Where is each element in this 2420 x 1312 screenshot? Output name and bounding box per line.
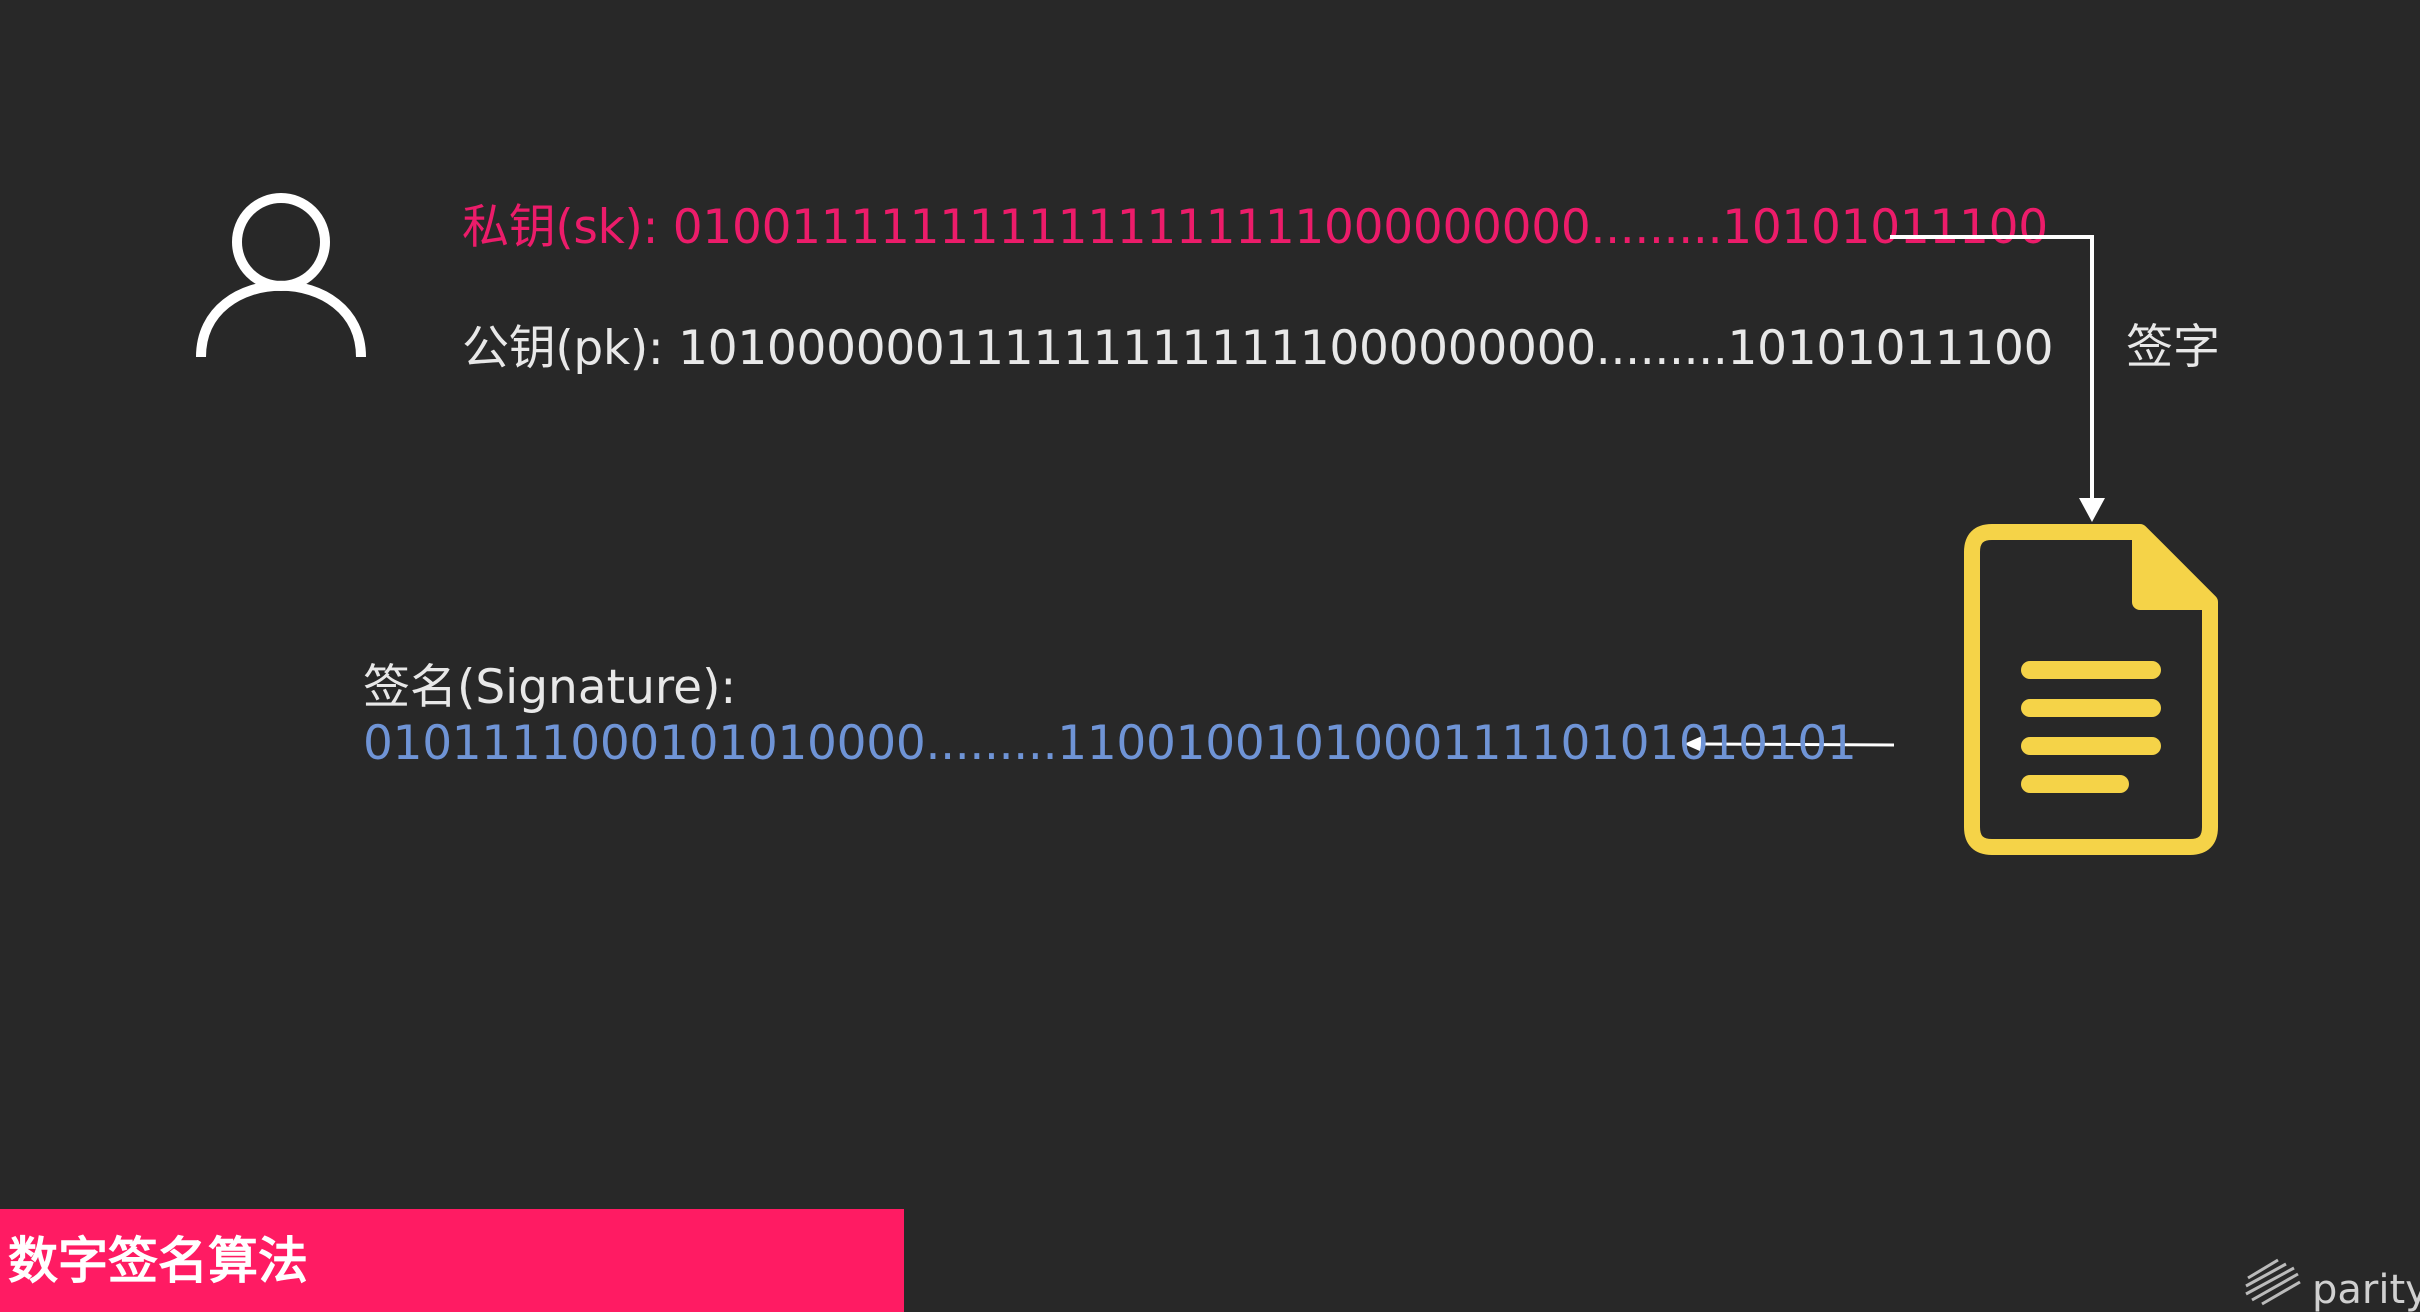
sign-label: 签字 [2126, 320, 2220, 375]
signature-label: 签名(Signature): [363, 660, 737, 715]
parity-logo-icon: parity [2238, 1248, 2420, 1312]
title-banner: 数字签名算法 [0, 1209, 904, 1312]
signature-value: 0101111000101010000.........110010010100… [363, 716, 1857, 771]
sign-arrow [1890, 235, 2105, 522]
document-icon [1960, 522, 2230, 857]
banner-title: 数字签名算法 [8, 1232, 308, 1290]
logo-text: parity [2312, 1267, 2420, 1312]
